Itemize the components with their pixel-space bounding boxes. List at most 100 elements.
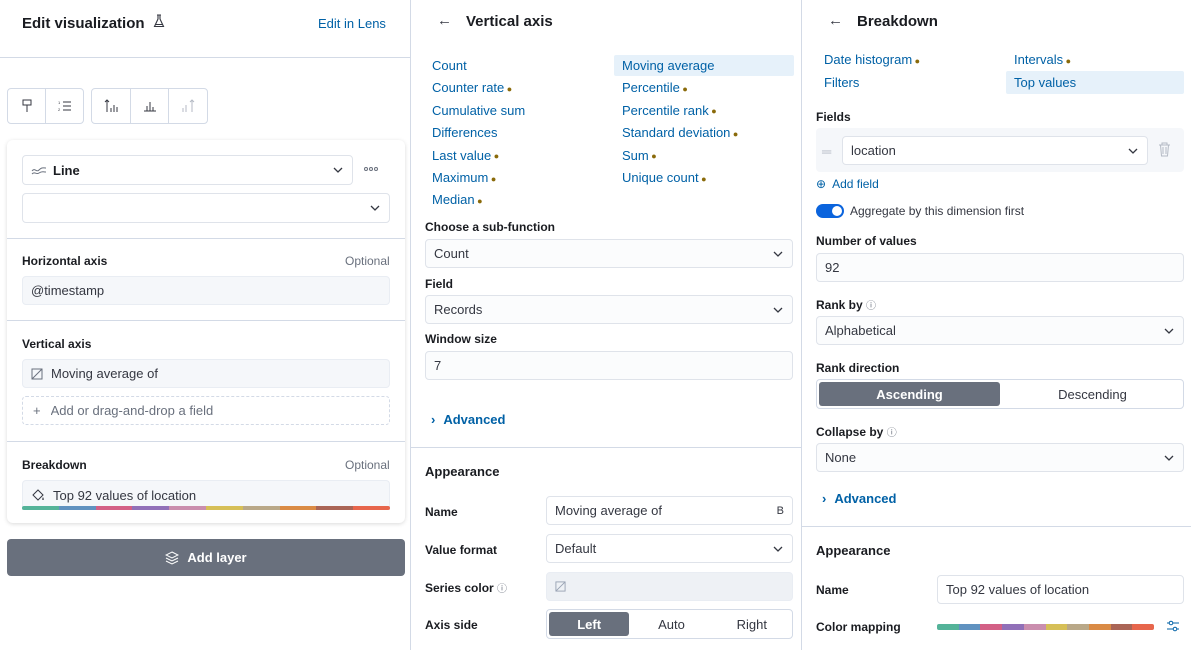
function-percentile[interactable]: Percentile <box>622 80 688 95</box>
chart-type-select[interactable]: Line <box>22 155 353 185</box>
right-axis-icon[interactable] <box>169 89 207 123</box>
drag-handle-icon[interactable]: ═ <box>822 144 831 159</box>
question-icon: ⓘ <box>866 301 877 312</box>
palette-swatch <box>279 506 317 510</box>
function-counter-rate[interactable]: Counter rate <box>432 80 512 95</box>
add-field-button[interactable]: ⊕ Add field <box>816 177 879 191</box>
field-select[interactable]: Records <box>425 295 793 324</box>
function-date-histogram[interactable]: Date histogram <box>824 52 920 67</box>
chart-type-value: Line <box>53 162 80 178</box>
number-of-values-label: Number of values <box>816 234 917 248</box>
name-label: Name <box>425 505 458 519</box>
chevron-down-icon <box>773 546 783 552</box>
function-last-value[interactable]: Last value <box>432 148 499 163</box>
chevron-right-icon: › <box>822 491 827 506</box>
breakdown-optional: Optional <box>345 458 390 472</box>
function-cumulative-sum[interactable]: Cumulative sum <box>432 103 525 118</box>
advanced-label: Advanced <box>834 491 897 506</box>
function-unique-count[interactable]: Unique count <box>622 170 707 185</box>
axis-side-left[interactable]: Left <box>549 612 630 636</box>
field-select[interactable]: location <box>842 136 1148 165</box>
layer-settings-icon[interactable] <box>362 162 380 179</box>
function-sum[interactable]: Sum <box>622 148 657 163</box>
sub-function-value: Count <box>434 246 469 261</box>
aggregate-toggle[interactable] <box>816 204 844 218</box>
function-intervals[interactable]: Intervals <box>1014 52 1071 67</box>
rank-direction-ascending[interactable]: Ascending <box>819 382 1000 406</box>
layer-data-view-select[interactable] <box>22 193 390 223</box>
name-input[interactable]: Top 92 values of location <box>937 575 1184 604</box>
number-of-values-value: 92 <box>825 260 840 275</box>
function-filters[interactable]: Filters <box>824 75 859 90</box>
palette-swatch <box>1088 624 1111 630</box>
palette-swatch <box>132 506 170 510</box>
function-median[interactable]: Median <box>432 192 483 207</box>
collapse-by-select[interactable]: None <box>816 443 1184 472</box>
rank-by-value: Alphabetical <box>825 323 896 338</box>
axis-side-right[interactable]: Right <box>712 610 792 638</box>
bottom-axis-icon[interactable] <box>131 89 170 123</box>
axis-side-auto[interactable]: Auto <box>631 610 711 638</box>
collapse-by-label: Collapse by ⓘ <box>816 424 897 439</box>
color-mapping-label: Color mapping <box>816 620 901 634</box>
rank-direction-descending[interactable]: Descending <box>1002 380 1183 408</box>
brush-icon[interactable] <box>8 89 46 123</box>
function-differences[interactable]: Differences <box>432 125 498 140</box>
breakdown-label: Breakdown <box>22 458 87 472</box>
palette-swatch <box>1132 624 1154 630</box>
add-field-dropzone[interactable]: + Add or drag-and-drop a field <box>22 396 390 425</box>
chevron-down-icon <box>773 307 783 313</box>
palette-swatch <box>937 624 959 630</box>
series-color-picker[interactable] <box>546 572 793 601</box>
horizontal-axis-dimension[interactable]: @timestamp <box>22 276 390 305</box>
function-percentile-rank[interactable]: Percentile rank <box>622 103 717 118</box>
name-input[interactable]: Moving average of B <box>546 496 793 525</box>
vertical-axis-dimension[interactable]: Moving average of <box>22 359 390 388</box>
window-size-value: 7 <box>434 358 442 373</box>
series-color-label: Series color ⓘ <box>425 580 507 595</box>
chevron-down-icon <box>1164 328 1174 334</box>
back-arrow-icon[interactable]: ← <box>437 12 452 29</box>
question-icon: ⓘ <box>497 584 508 595</box>
chevron-down-icon <box>773 251 783 257</box>
function-moving-average[interactable]: Moving average <box>622 58 715 73</box>
add-layer-button[interactable]: Add layer <box>7 539 405 576</box>
trash-icon[interactable] <box>1158 142 1171 160</box>
value-format-select[interactable]: Default <box>546 534 793 563</box>
rank-direction-label: Rank direction <box>816 361 900 375</box>
list-numbered-icon[interactable]: 12 <box>46 89 83 123</box>
aggregate-label: Aggregate by this dimension first <box>850 204 1025 218</box>
layers-icon <box>165 550 180 565</box>
breakdown-palette <box>22 506 390 510</box>
toolbar-group-2 <box>91 88 208 124</box>
function-maximum[interactable]: Maximum <box>432 170 496 185</box>
name-value: Top 92 values of location <box>946 582 1090 597</box>
advanced-toggle[interactable]: › Advanced <box>822 491 896 506</box>
function-standard-deviation[interactable]: Standard deviation <box>622 125 738 140</box>
line-chart-icon <box>31 165 47 175</box>
left-axis-icon[interactable] <box>92 89 131 123</box>
advanced-toggle[interactable]: › Advanced <box>431 412 505 427</box>
color-mapping-palette[interactable] <box>937 624 1154 630</box>
chevron-right-icon: › <box>431 412 436 427</box>
name-label: Name <box>816 583 849 597</box>
palette-swatch <box>58 506 96 510</box>
function-count[interactable]: Count <box>432 58 467 73</box>
sub-function-select[interactable]: Count <box>425 239 793 268</box>
rank-direction-toggle: Ascending Descending <box>816 379 1184 409</box>
edit-in-lens-link[interactable]: Edit in Lens <box>318 16 386 31</box>
edit-visualization-panel: Edit visualization Edit in Lens 12 Line <box>0 0 411 650</box>
palette-swatch <box>95 506 133 510</box>
collapse-by-value: None <box>825 450 857 465</box>
empty-box-icon <box>555 581 566 592</box>
function-top-values[interactable]: Top values <box>1014 75 1076 90</box>
window-size-input[interactable]: 7 <box>425 351 793 380</box>
panel-title: Edit visualization <box>22 14 165 32</box>
field-value: Records <box>434 302 483 317</box>
rank-by-select[interactable]: Alphabetical <box>816 316 1184 345</box>
back-arrow-icon[interactable]: ← <box>828 12 843 29</box>
palette-swatch <box>1110 624 1133 630</box>
chevron-down-icon <box>333 167 343 173</box>
color-mapping-settings-icon[interactable] <box>1166 619 1180 636</box>
number-of-values-input[interactable]: 92 <box>816 253 1184 282</box>
